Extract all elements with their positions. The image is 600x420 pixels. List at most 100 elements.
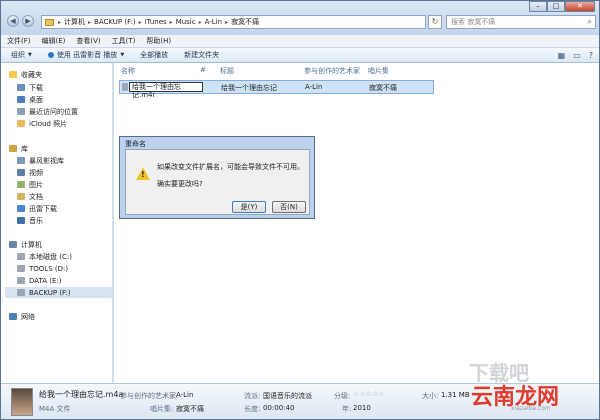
column-header-artist[interactable]: 参与创作的艺术家 bbox=[304, 66, 360, 75]
search-input[interactable]: 搜索 寂寞不痛 ⌕ bbox=[446, 15, 596, 29]
details-year[interactable]: 2010 bbox=[353, 404, 371, 412]
nav-label: BACKUP (F:) bbox=[29, 288, 71, 297]
new-folder-label: 新建文件夹 bbox=[184, 51, 220, 59]
album-art-thumbnail bbox=[11, 388, 33, 416]
file-row[interactable]: 给我一个理由忘记.m4r 给我一个理由忘记 A-Lin 寂寞不痛 bbox=[119, 80, 434, 99]
nav-label: TOOLS (D:) bbox=[29, 264, 69, 273]
warning-mark-icon: ! bbox=[141, 170, 145, 179]
help-icon[interactable]: ? bbox=[589, 51, 593, 60]
library-icon bbox=[9, 145, 17, 152]
breadcrumb-computer[interactable]: 计算机 bbox=[64, 17, 85, 27]
nav-drive-f[interactable]: BACKUP (F:) bbox=[5, 287, 112, 298]
menu-file[interactable]: 文件(F) bbox=[7, 36, 31, 46]
details-size-label: 大小: bbox=[422, 392, 439, 400]
desktop-icon bbox=[17, 96, 25, 103]
nav-downloads[interactable]: 下载 bbox=[17, 82, 128, 93]
new-folder-button[interactable]: 新建文件夹 bbox=[184, 50, 219, 60]
nav-xunlei[interactable]: 迅雷下载 bbox=[17, 203, 128, 214]
nav-libraries[interactable]: 库 bbox=[9, 143, 120, 154]
play-all-label: 全部播放 bbox=[140, 51, 169, 59]
nav-network[interactable]: 网络 bbox=[9, 311, 120, 322]
yes-button[interactable]: 是(Y) bbox=[232, 201, 266, 213]
nav-label: iCloud 照片 bbox=[29, 119, 68, 128]
window-caption-buttons: – □ ✕ bbox=[529, 1, 595, 12]
view-controls: ▦ ▭ ? bbox=[550, 51, 593, 60]
breadcrumb-separator-icon: ▸ bbox=[169, 18, 173, 26]
menu-help[interactable]: 帮助(H) bbox=[146, 36, 171, 46]
details-size: 1.31 MB bbox=[441, 391, 470, 399]
nav-computer[interactable]: 计算机 bbox=[9, 239, 120, 250]
column-header-title[interactable]: 标题 bbox=[220, 66, 234, 75]
rename-input[interactable]: 给我一个理由忘记.m4r bbox=[129, 82, 203, 99]
preview-pane-icon[interactable]: ▭ bbox=[573, 51, 581, 60]
back-button[interactable]: ◀ bbox=[7, 15, 19, 27]
minimize-button[interactable]: – bbox=[529, 1, 547, 12]
nav-baofeng[interactable]: 暴风影视库 bbox=[17, 155, 128, 166]
nav-label: 桌面 bbox=[29, 95, 43, 104]
no-button[interactable]: 否(N) bbox=[272, 201, 306, 213]
xunlei-download-icon bbox=[17, 205, 25, 212]
breadcrumb-alin[interactable]: A-Lin bbox=[205, 18, 222, 26]
video-library-icon bbox=[17, 157, 25, 164]
music-icon bbox=[17, 217, 25, 224]
nav-label: 计算机 bbox=[21, 240, 42, 249]
refresh-icon[interactable]: ↻ bbox=[428, 15, 442, 29]
dialog-title: 重命名 bbox=[125, 140, 146, 148]
details-genre[interactable]: 国语音乐的流派 bbox=[263, 391, 312, 401]
breadcrumb-itunes[interactable]: iTunes bbox=[145, 18, 167, 26]
organize-button[interactable]: 组织 ▼ bbox=[11, 50, 32, 60]
nav-label: 网络 bbox=[21, 312, 35, 321]
details-artist[interactable]: A-Lin bbox=[176, 391, 193, 399]
details-genre-label: 流派: bbox=[244, 392, 261, 400]
details-length-label: 长度: bbox=[244, 405, 261, 413]
play-with-label: 使用 迅雷影音 播放 bbox=[56, 51, 118, 59]
breadcrumb-separator-icon: ▸ bbox=[198, 18, 202, 26]
play-with-button[interactable]: 使用 迅雷影音 播放 ▼ bbox=[47, 50, 124, 60]
address-bar[interactable]: ▸ 计算机 ▸ BACKUP (F:) ▸ iTunes ▸ Music ▸ A… bbox=[41, 15, 426, 29]
nav-drive-d[interactable]: TOOLS (D:) bbox=[17, 263, 128, 274]
breadcrumb-backup[interactable]: BACKUP (F:) bbox=[94, 18, 136, 26]
nav-drive-e[interactable]: DATA (E:) bbox=[17, 275, 128, 286]
file-title: 给我一个理由忘记 bbox=[221, 84, 277, 92]
forward-button[interactable]: ▶ bbox=[22, 15, 34, 27]
menu-view[interactable]: 查看(V) bbox=[76, 36, 100, 46]
breadcrumb-album[interactable]: 寂寞不痛 bbox=[231, 17, 259, 27]
folder-icon bbox=[45, 18, 54, 26]
column-header-name[interactable]: 名称 bbox=[121, 66, 135, 75]
nav-label: 迅雷下载 bbox=[29, 204, 57, 213]
rating-stars-icon[interactable]: ☆☆☆☆☆ bbox=[353, 390, 384, 398]
nav-label: 本地磁盘 (C:) bbox=[29, 252, 72, 261]
close-button[interactable]: ✕ bbox=[565, 1, 595, 12]
breadcrumb-separator-icon: ▸ bbox=[88, 18, 92, 26]
nav-recent[interactable]: 最近访问的位置 bbox=[17, 106, 128, 117]
maximize-button[interactable]: □ bbox=[547, 1, 565, 12]
details-length: 00:00:40 bbox=[263, 404, 295, 412]
nav-pictures[interactable]: 图片 bbox=[17, 179, 128, 190]
column-header-number[interactable]: # bbox=[200, 66, 206, 75]
nav-drive-c[interactable]: 本地磁盘 (C:) bbox=[17, 251, 128, 262]
nav-videos[interactable]: 视频 bbox=[17, 167, 128, 178]
nav-documents[interactable]: 文档 bbox=[17, 191, 128, 202]
nav-label: 最近访问的位置 bbox=[29, 107, 78, 116]
computer-icon bbox=[9, 241, 17, 248]
nav-desktop[interactable]: 桌面 bbox=[17, 94, 128, 105]
breadcrumb-music[interactable]: Music bbox=[176, 18, 196, 26]
play-all-button[interactable]: 全部播放 bbox=[140, 50, 168, 60]
view-options-icon[interactable]: ▦ bbox=[558, 51, 566, 60]
column-header-album[interactable]: 唱片集 bbox=[368, 66, 389, 75]
file-album: 寂寞不痛 bbox=[369, 84, 397, 92]
nav-label: 库 bbox=[21, 144, 28, 153]
nav-icloud[interactable]: iCloud 照片 bbox=[17, 118, 128, 129]
nav-music[interactable]: 音乐 bbox=[17, 215, 128, 226]
dialog-question: 确实要更改吗? bbox=[157, 180, 203, 188]
audio-file-icon bbox=[122, 83, 128, 91]
details-album[interactable]: 寂寞不痛 bbox=[176, 404, 204, 414]
nav-label: DATA (E:) bbox=[29, 276, 62, 285]
icloud-photos-icon bbox=[17, 120, 25, 127]
network-icon bbox=[9, 313, 17, 320]
menu-tools[interactable]: 工具(T) bbox=[112, 36, 136, 46]
nav-favorites[interactable]: 收藏夹 bbox=[9, 69, 120, 80]
star-icon bbox=[9, 71, 17, 78]
menu-edit[interactable]: 编辑(E) bbox=[42, 36, 66, 46]
nav-label: 文档 bbox=[29, 192, 43, 201]
